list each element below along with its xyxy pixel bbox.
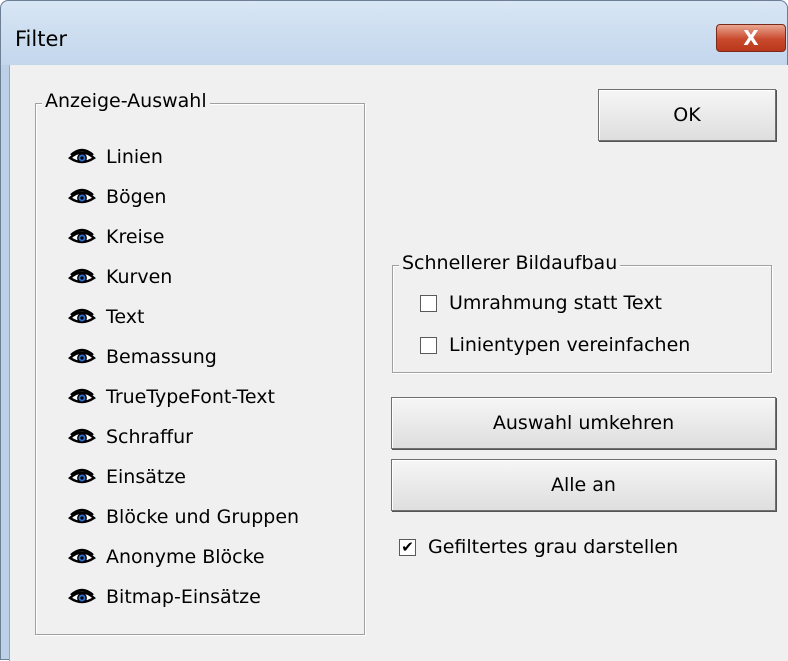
- dialog-client-area: Anzeige-Auswahl Linien Bögen Kreise Kurven T…: [9, 65, 788, 661]
- filter-item[interactable]: Blöcke und Gruppen: [68, 502, 299, 532]
- display-selection-legend: Anzeige-Auswahl: [42, 90, 210, 112]
- filter-item[interactable]: Bögen: [68, 182, 166, 212]
- filter-item[interactable]: Anonyme Blöcke: [68, 542, 265, 572]
- filter-item-label: Kurven: [106, 266, 173, 288]
- show-filtered-grey-option[interactable]: Gefiltertes grau darstellen: [399, 533, 678, 561]
- fast-redraw-legend: Schnellerer Bildaufbau: [399, 252, 621, 274]
- filter-item-label: Bitmap-Einsätze: [106, 586, 261, 608]
- filter-item-label: TrueTypeFont-Text: [106, 386, 275, 408]
- filter-item-label: Schraffur: [106, 426, 193, 448]
- close-icon: X: [743, 26, 759, 50]
- filter-item[interactable]: Einsätze: [68, 462, 186, 492]
- eye-icon[interactable]: [68, 428, 96, 446]
- show-filtered-grey-checkbox[interactable]: [399, 538, 416, 556]
- simplify-linetypes-label: Linientypen vereinfachen: [449, 334, 691, 356]
- ok-button[interactable]: OK: [598, 89, 776, 141]
- invert-selection-button[interactable]: Auswahl umkehren: [391, 397, 776, 449]
- eye-icon[interactable]: [68, 388, 96, 406]
- eye-icon[interactable]: [68, 348, 96, 366]
- eye-icon[interactable]: [68, 188, 96, 206]
- all-on-label: Alle an: [551, 474, 616, 496]
- eye-icon[interactable]: [68, 468, 96, 486]
- eye-icon[interactable]: [68, 588, 96, 606]
- filter-item-label: Linien: [106, 146, 163, 168]
- title-bar[interactable]: Filter X: [1, 1, 787, 65]
- frame-instead-of-text-label: Umrahmung statt Text: [449, 292, 662, 314]
- simplify-linetypes-checkbox[interactable]: [420, 336, 437, 354]
- filter-item[interactable]: TrueTypeFont-Text: [68, 382, 275, 412]
- eye-icon[interactable]: [68, 308, 96, 326]
- window-title: Filter: [15, 27, 68, 51]
- filter-item-label: Bögen: [106, 186, 167, 208]
- filter-item[interactable]: Kreise: [68, 222, 164, 252]
- filter-item[interactable]: Bemassung: [68, 342, 217, 372]
- filter-item-label: Anonyme Blöcke: [106, 546, 265, 568]
- ok-button-label: OK: [673, 104, 701, 126]
- frame-instead-of-text-option[interactable]: Umrahmung statt Text: [420, 289, 662, 317]
- filter-item[interactable]: Kurven: [68, 262, 172, 292]
- eye-icon[interactable]: [68, 268, 96, 286]
- invert-selection-label: Auswahl umkehren: [492, 412, 675, 434]
- close-button[interactable]: X: [716, 24, 786, 52]
- eye-icon[interactable]: [68, 228, 96, 246]
- filter-item-label: Einsätze: [106, 466, 186, 488]
- eye-icon[interactable]: [68, 548, 96, 566]
- simplify-linetypes-option[interactable]: Linientypen vereinfachen: [420, 331, 690, 359]
- filter-item-label: Text: [106, 306, 145, 328]
- filter-item[interactable]: Linien: [68, 142, 163, 172]
- filter-item-label: Blöcke und Gruppen: [106, 506, 300, 528]
- all-on-button[interactable]: Alle an: [391, 459, 776, 511]
- filter-item[interactable]: Schraffur: [68, 422, 193, 452]
- frame-instead-of-text-checkbox[interactable]: [420, 294, 437, 312]
- filter-item[interactable]: Text: [68, 302, 144, 332]
- filter-dialog: Filter X Anzeige-Auswahl Linien Bögen Krei…: [0, 0, 788, 661]
- filter-item-label: Kreise: [106, 226, 165, 248]
- show-filtered-grey-label: Gefiltertes grau darstellen: [428, 536, 679, 558]
- filter-item[interactable]: Bitmap-Einsätze: [68, 582, 261, 612]
- filter-item-label: Bemassung: [106, 346, 217, 368]
- eye-icon[interactable]: [68, 148, 96, 166]
- eye-icon[interactable]: [68, 508, 96, 526]
